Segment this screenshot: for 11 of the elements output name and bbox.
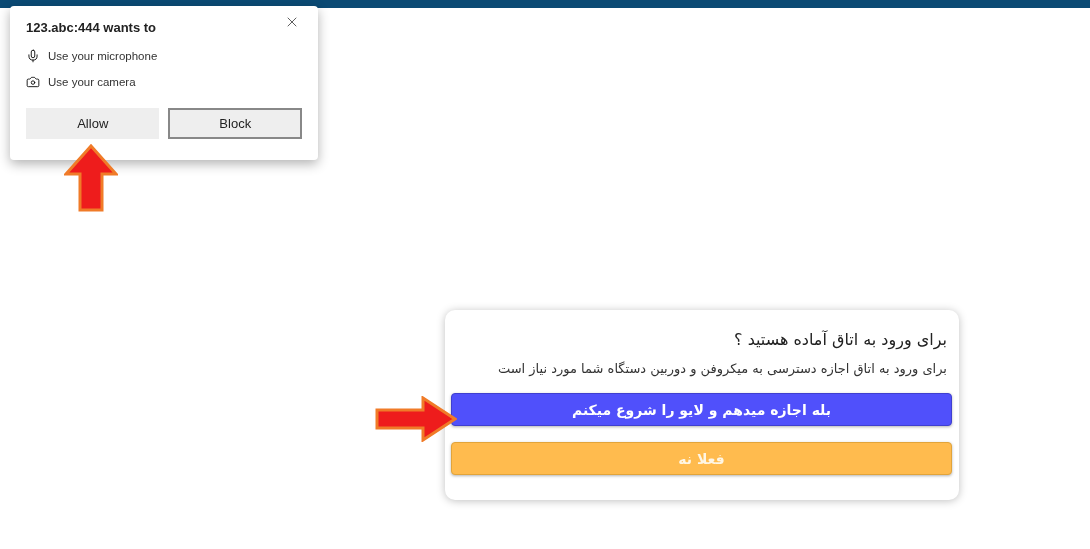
microphone-icon (26, 48, 40, 63)
permission-label: Use your microphone (48, 49, 158, 62)
camera-icon (26, 74, 40, 89)
allow-start-button[interactable]: بله اجازه میدهم و لایو را شروع میکنم (451, 393, 952, 426)
block-button[interactable]: Block (168, 108, 302, 139)
arrow-drawing (64, 144, 118, 212)
permission-label: Use your camera (48, 75, 136, 88)
card-title: برای ورود به اتاق آماده هستید ؟ (733, 330, 948, 349)
card-message: برای ورود به اتاق اجازه دسترسی به میکروفن و دوربین دستگاه شما مورد نیاز است (496, 361, 948, 376)
allow-button[interactable]: Allow (26, 108, 160, 139)
popup-title: 123.abc:444 wants to (26, 20, 157, 37)
